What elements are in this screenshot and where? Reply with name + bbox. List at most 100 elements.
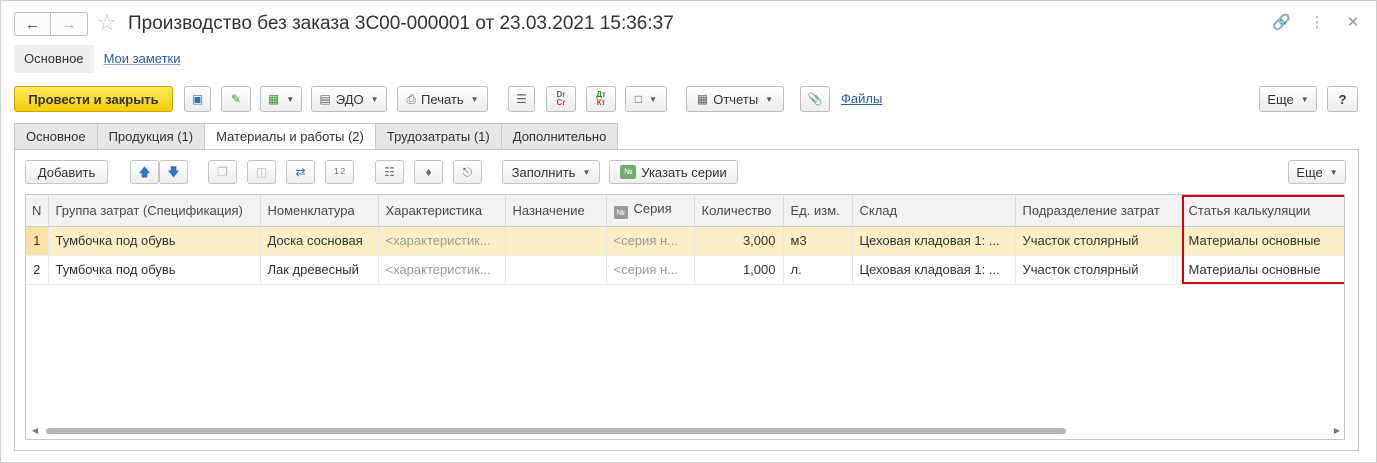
dt-kt-button[interactable]: Дт Кт	[586, 86, 616, 112]
col-article[interactable]: Статья калькуляции	[1181, 195, 1344, 227]
cell-article[interactable]: Материалы основные	[1181, 255, 1344, 285]
table-row[interactable]: 2 Тумбочка под обувь Лак древесный <хара…	[26, 255, 1344, 285]
col-n[interactable]: N	[26, 195, 49, 227]
chevron-down-icon: ▼	[470, 94, 479, 104]
chevron-down-icon: ▼	[1300, 94, 1309, 104]
cell-quantity[interactable]: 3,000	[694, 226, 784, 256]
table-toolbar: Добавить 🡅 🡇 ❐ ◫ ⇄ 1 2 ☷ ♦ ⎋ Заполнить ▼…	[25, 160, 1347, 184]
more-label: Еще	[1267, 91, 1294, 107]
window-controls: 🔗 ⋮ ✕	[1272, 13, 1362, 31]
post-button[interactable]: ✎	[221, 86, 251, 112]
favorite-star-icon[interactable]: ☆	[97, 10, 117, 36]
pick-numbers-icon: 1 2	[333, 167, 346, 176]
cell-unit[interactable]: л.	[783, 255, 853, 285]
move-down-button[interactable]: 🡇	[159, 160, 188, 184]
barcode-button[interactable]: ☷	[375, 160, 404, 184]
attach-button[interactable]: 📎	[800, 86, 830, 112]
list-icon: ☰	[516, 92, 527, 106]
printer-icon: ⎙	[406, 92, 417, 106]
edo-button[interactable]: ▤ ЭДО ▼	[311, 86, 387, 112]
arrow-down-icon: 🡇	[167, 165, 180, 179]
tab-materials[interactable]: Материалы и работы (2)	[204, 123, 375, 150]
cell-purpose[interactable]	[505, 255, 607, 285]
forward-button[interactable]: →	[51, 12, 88, 36]
files-link[interactable]: Файлы	[841, 91, 882, 106]
cell-department[interactable]: Участок столярный	[1015, 255, 1182, 285]
horizontal-scrollbar[interactable]: ◀ ▶	[26, 423, 1344, 439]
col-quantity[interactable]: Количество	[694, 195, 784, 227]
cell-cost-group[interactable]: Тумбочка под обувь	[48, 226, 261, 256]
pick-button[interactable]: 1 2	[325, 160, 354, 184]
more-vertical-icon[interactable]: ⋮	[1308, 13, 1326, 31]
section-tab-main[interactable]: Основное	[14, 45, 94, 73]
col-series[interactable]: № Серия	[606, 195, 695, 227]
more-button[interactable]: Еще ▼	[1259, 86, 1317, 112]
close-icon[interactable]: ✕	[1344, 13, 1362, 31]
cell-characteristic[interactable]: <характеристик...	[378, 255, 506, 285]
related-documents-button[interactable]: □ ▼	[625, 86, 667, 112]
cell-item[interactable]: Доска сосновая	[260, 226, 379, 256]
specify-series-button[interactable]: № Указать серии	[609, 160, 738, 184]
cell-series[interactable]: <серия н...	[606, 255, 695, 285]
table-more-label: Еще	[1296, 164, 1323, 180]
scroll-right-icon[interactable]: ▶	[1334, 426, 1340, 435]
back-button[interactable]: ←	[14, 12, 51, 36]
cell-cost-group[interactable]: Тумбочка под обувь	[48, 255, 261, 285]
col-department[interactable]: Подразделение затрат	[1015, 195, 1182, 227]
reports-button[interactable]: ▦ Отчеты ▼	[686, 86, 784, 112]
create-based-on-button[interactable]: ▦ ▼	[260, 86, 302, 112]
scanner-button[interactable]: ♦	[414, 160, 443, 184]
tab-labor[interactable]: Трудозатраты (1)	[374, 123, 501, 150]
dr-cr-icon: Dr Cr	[556, 90, 566, 107]
cell-article[interactable]: Материалы основные	[1181, 226, 1344, 256]
cell-purpose[interactable]	[505, 226, 607, 256]
col-item[interactable]: Номенклатура	[260, 195, 379, 227]
col-unit[interactable]: Ед. изм.	[783, 195, 853, 227]
create-based-icon: ▦	[267, 92, 280, 106]
copy-button[interactable]: ❐	[208, 160, 237, 184]
col-characteristic[interactable]: Характеристика	[378, 195, 506, 227]
journal-button[interactable]: ☰	[508, 86, 535, 112]
series-icon: №	[613, 206, 628, 220]
paste-button[interactable]: ◫	[247, 160, 276, 184]
scroll-left-icon[interactable]: ◀	[32, 426, 38, 435]
chevron-down-icon: ▼	[765, 94, 774, 104]
cell-department[interactable]: Участок столярный	[1015, 226, 1182, 256]
copy-icon: ❐	[217, 165, 228, 179]
cell-warehouse[interactable]: Цеховая кладовая 1: ...	[852, 226, 1016, 256]
post-and-close-button[interactable]: Провести и закрыть	[14, 86, 173, 112]
cell-item[interactable]: Лак древесный	[260, 255, 379, 285]
dr-cr-button[interactable]: Dr Cr	[546, 86, 576, 112]
title-bar: ← → ☆ Производство без заказа 3С00-00000…	[1, 1, 1376, 45]
move-up-button[interactable]: 🡅	[130, 160, 159, 184]
table-row[interactable]: 1 Тумбочка под обувь Доска сосновая <хар…	[26, 226, 1344, 256]
tab-products[interactable]: Продукция (1)	[96, 123, 205, 150]
cell-quantity[interactable]: 1,000	[694, 255, 784, 285]
cell-series[interactable]: <серия н...	[606, 226, 695, 256]
tab-main[interactable]: Основное	[14, 123, 97, 150]
section-tab-notes[interactable]: Мои заметки	[94, 45, 191, 73]
chevron-down-icon: ▼	[370, 94, 379, 104]
link-icon[interactable]: 🔗	[1272, 13, 1291, 31]
document-window: ← → ☆ Производство без заказа 3С00-00000…	[0, 0, 1377, 463]
save-button[interactable]: ▣	[184, 86, 211, 112]
table-more-button[interactable]: Еще ▼	[1288, 160, 1346, 184]
tab-additional[interactable]: Дополнительно	[500, 123, 619, 150]
dt-kt-icon: Дт Кт	[596, 90, 606, 107]
add-button[interactable]: Добавить	[25, 160, 108, 184]
cell-warehouse[interactable]: Цеховая кладовая 1: ...	[852, 255, 1016, 285]
edo-icon: ▤	[319, 92, 331, 106]
split-line-button[interactable]: ⇄	[286, 160, 315, 184]
col-purpose[interactable]: Назначение	[505, 195, 607, 227]
col-cost-group[interactable]: Группа затрат (Спецификация)	[48, 195, 261, 227]
table-header: N Группа затрат (Спецификация) Номенклат…	[26, 195, 1344, 227]
fill-button[interactable]: Заполнить ▼	[502, 160, 600, 184]
col-warehouse[interactable]: Склад	[852, 195, 1016, 227]
arrow-left-icon: ←	[25, 15, 40, 33]
cell-unit[interactable]: м3	[783, 226, 853, 256]
scrollbar-thumb[interactable]	[46, 428, 1066, 434]
stamp-button[interactable]: ⎋	[453, 160, 482, 184]
print-button[interactable]: ⎙ Печать ▼	[397, 86, 488, 112]
cell-characteristic[interactable]: <характеристик...	[378, 226, 506, 256]
help-button[interactable]: ?	[1327, 86, 1358, 112]
